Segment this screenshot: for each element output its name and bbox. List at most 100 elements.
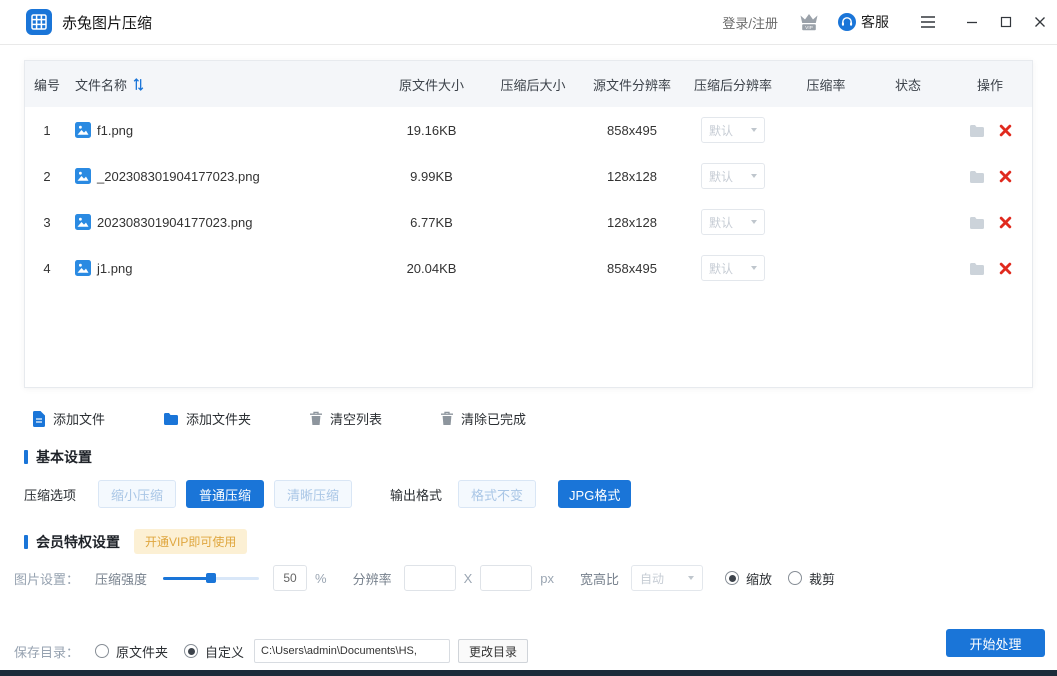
resolution-height-input[interactable] xyxy=(480,565,532,591)
open-folder-icon[interactable] xyxy=(969,124,985,137)
delete-file-icon[interactable] xyxy=(999,124,1012,137)
scale-radio-label: 缩放 xyxy=(746,569,772,588)
compress-option-clear[interactable]: 清晰压缩 xyxy=(274,480,352,508)
file-table: 编号 文件名称 原文件大小 压缩后大小 源文件分辨率 压缩后分辨率 压缩率 状态… xyxy=(24,60,1033,388)
close-button[interactable] xyxy=(1023,0,1057,45)
table-row: 1 f1.png 19.16KB 858x495 默认 xyxy=(25,107,1032,153)
compress-option-shrink[interactable]: 缩小压缩 xyxy=(98,480,176,508)
custom-folder-radio[interactable] xyxy=(184,644,198,658)
maximize-button[interactable] xyxy=(989,0,1023,45)
out-resolution-cell: 默认 xyxy=(682,163,784,189)
resolution-width-input[interactable] xyxy=(404,565,456,591)
actions-cell xyxy=(948,216,1032,229)
clear-completed-label: 清除已完成 xyxy=(461,409,526,428)
basic-settings-title-label: 基本设置 xyxy=(36,447,92,467)
file-name-cell: j1.png xyxy=(69,260,379,276)
clear-list-icon xyxy=(309,411,323,426)
start-processing-button[interactable]: 开始处理 xyxy=(946,629,1045,657)
resolution-select-value: 默认 xyxy=(709,122,733,139)
chevron-down-icon xyxy=(751,220,757,224)
crop-radio-option[interactable]: 裁剪 xyxy=(788,569,835,588)
save-directory-row: 保存目录： 原文件夹 自定义 更改目录 xyxy=(14,639,528,663)
vip-crown-icon[interactable]: VIP xyxy=(796,11,822,33)
orig-size: 19.16KB xyxy=(379,123,484,138)
aspect-ratio-select[interactable]: 自动 xyxy=(631,565,703,591)
file-name-cell: 202308301904177023.png xyxy=(69,214,379,230)
save-directory-label: 保存目录： xyxy=(14,642,79,661)
basic-settings-title: 基本设置 xyxy=(24,447,92,467)
open-folder-icon[interactable] xyxy=(969,216,985,229)
out-resolution-cell: 默认 xyxy=(682,117,784,143)
resolution-select[interactable]: 默认 xyxy=(701,163,765,189)
out-resolution-cell: 默认 xyxy=(682,209,784,235)
minimize-button[interactable] xyxy=(955,0,989,45)
file-name-cell: _202308301904177023.png xyxy=(69,168,379,184)
custom-folder-radio-option[interactable]: 自定义 xyxy=(184,642,244,661)
save-path-input[interactable] xyxy=(254,639,450,663)
resolution-select[interactable]: 默认 xyxy=(701,209,765,235)
compression-strength-slider[interactable] xyxy=(163,571,259,585)
resolution-select-value: 默认 xyxy=(709,168,733,185)
custom-folder-label: 自定义 xyxy=(205,642,244,661)
col-header-orig-size: 原文件大小 xyxy=(379,75,484,94)
col-header-compressed-size: 压缩后大小 xyxy=(484,75,582,94)
resolution-select[interactable]: 默认 xyxy=(701,117,765,143)
clear-completed-button[interactable]: 清除已完成 xyxy=(440,409,526,428)
image-settings-row: 图片设置： 压缩强度 % 分辨率 X px 宽高比 自动 缩放 裁剪 xyxy=(14,565,835,591)
resolution-select-value: 默认 xyxy=(709,260,733,277)
table-row: 2 _202308301904177023.png 9.99KB 128x128… xyxy=(25,153,1032,199)
customer-service-button[interactable]: 客服 xyxy=(838,12,889,32)
output-option-unchanged[interactable]: 格式不变 xyxy=(458,480,536,508)
login-register-link[interactable]: 登录/注册 xyxy=(722,13,778,32)
add-file-label: 添加文件 xyxy=(53,409,105,428)
list-toolbar: 添加文件 添加文件夹 清空列表 清除已完成 xyxy=(32,409,584,428)
resolution-select[interactable]: 默认 xyxy=(701,255,765,281)
row-index: 2 xyxy=(25,169,69,184)
actions-cell xyxy=(948,124,1032,137)
menu-button[interactable] xyxy=(911,0,945,45)
slider-handle[interactable] xyxy=(206,573,216,583)
sort-filename-icon[interactable] xyxy=(133,78,144,91)
crop-radio[interactable] xyxy=(788,571,802,585)
col-header-index: 编号 xyxy=(25,75,69,94)
filename-header-label: 文件名称 xyxy=(75,75,127,94)
add-folder-label: 添加文件夹 xyxy=(186,409,251,428)
svg-text:VIP: VIP xyxy=(805,25,813,31)
compress-option-normal[interactable]: 普通压缩 xyxy=(186,480,264,508)
resolution-separator: X xyxy=(464,571,473,586)
src-resolution: 128x128 xyxy=(582,215,682,230)
delete-file-icon[interactable] xyxy=(999,216,1012,229)
add-folder-icon xyxy=(163,412,179,425)
change-directory-button[interactable]: 更改目录 xyxy=(458,639,528,663)
add-folder-button[interactable]: 添加文件夹 xyxy=(163,409,251,428)
original-folder-radio-option[interactable]: 原文件夹 xyxy=(95,642,168,661)
open-folder-icon[interactable] xyxy=(969,170,985,183)
src-resolution: 128x128 xyxy=(582,169,682,184)
col-header-actions: 操作 xyxy=(948,75,1032,94)
resolution-label: 分辨率 xyxy=(353,569,392,588)
col-header-filename[interactable]: 文件名称 xyxy=(69,75,379,94)
clear-list-button[interactable]: 清空列表 xyxy=(309,409,382,428)
strength-value-input[interactable] xyxy=(273,565,307,591)
compress-options-label: 压缩选项 xyxy=(24,485,76,504)
image-file-icon xyxy=(75,260,91,276)
slider-fill xyxy=(163,577,211,580)
service-label: 客服 xyxy=(861,12,889,32)
image-file-icon xyxy=(75,122,91,138)
open-folder-icon[interactable] xyxy=(969,262,985,275)
chevron-down-icon xyxy=(751,266,757,270)
add-file-button[interactable]: 添加文件 xyxy=(32,409,105,428)
scale-radio-option[interactable]: 缩放 xyxy=(725,569,772,588)
output-option-jpg[interactable]: JPG格式 xyxy=(558,480,631,508)
app-logo-icon xyxy=(26,9,52,35)
scale-radio[interactable] xyxy=(725,571,739,585)
clear-completed-icon xyxy=(440,411,454,426)
original-folder-radio[interactable] xyxy=(95,644,109,658)
delete-file-icon[interactable] xyxy=(999,170,1012,183)
delete-file-icon[interactable] xyxy=(999,262,1012,275)
headset-icon xyxy=(838,13,856,31)
col-header-ratio: 压缩率 xyxy=(784,75,868,94)
orig-size: 9.99KB xyxy=(379,169,484,184)
src-resolution: 858x495 xyxy=(582,261,682,276)
image-file-icon xyxy=(75,214,91,230)
